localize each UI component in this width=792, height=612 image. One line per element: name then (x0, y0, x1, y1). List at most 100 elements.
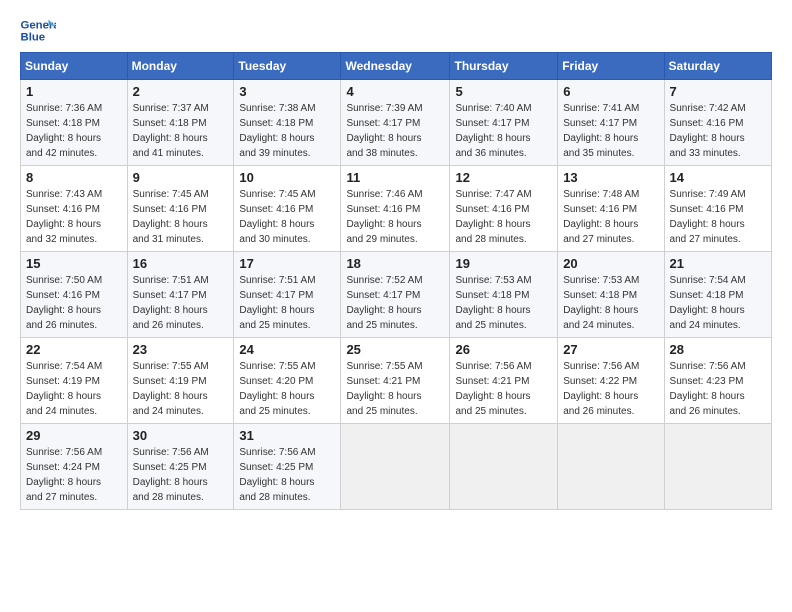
day-info: Sunrise: 7:56 AM Sunset: 4:22 PM Dayligh… (563, 359, 658, 419)
page-header: General Blue (20, 16, 772, 44)
weekday-header-monday: Monday (127, 53, 234, 80)
calendar-cell: 15Sunrise: 7:50 AM Sunset: 4:16 PM Dayli… (21, 252, 128, 338)
day-info: Sunrise: 7:45 AM Sunset: 4:16 PM Dayligh… (133, 187, 229, 247)
calendar-cell: 26 Sunrise: 7:56 AM Sunset: 4:21 PM Dayli… (450, 338, 558, 424)
calendar-cell: 27Sunrise: 7:56 AM Sunset: 4:22 PM Dayli… (558, 338, 664, 424)
day-info: Sunrise: 7:36 AM Sunset: 4:18 PM Dayligh… (26, 101, 122, 161)
weekday-header-tuesday: Tuesday (234, 53, 341, 80)
day-number: 25 (346, 342, 444, 357)
day-number: 4 (346, 84, 444, 99)
logo-icon: General Blue (20, 16, 56, 44)
day-info: Sunrise: 7:54 AM Sunset: 4:18 PM Dayligh… (670, 273, 766, 333)
calendar-cell: 23 Sunrise: 7:55 AM Sunset: 4:19 PM Dayli… (127, 338, 234, 424)
day-number: 18 (346, 256, 444, 271)
calendar-cell: 3Sunrise: 7:38 AM Sunset: 4:18 PM Daylig… (234, 80, 341, 166)
calendar-cell: 18 Sunrise: 7:52 AM Sunset: 4:17 PM Dayli… (341, 252, 450, 338)
day-number: 16 (133, 256, 229, 271)
day-number: 6 (563, 84, 658, 99)
day-number: 15 (26, 256, 122, 271)
day-info: Sunrise: 7:53 AM Sunset: 4:18 PM Dayligh… (455, 273, 552, 333)
day-number: 26 (455, 342, 552, 357)
weekday-header-sunday: Sunday (21, 53, 128, 80)
day-number: 23 (133, 342, 229, 357)
day-info: Sunrise: 7:41 AM Sunset: 4:17 PM Dayligh… (563, 101, 658, 161)
day-number: 21 (670, 256, 766, 271)
day-info: Sunrise: 7:43 AM Sunset: 4:16 PM Dayligh… (26, 187, 122, 247)
weekday-header-thursday: Thursday (450, 53, 558, 80)
day-info: Sunrise: 7:54 AM Sunset: 4:19 PM Dayligh… (26, 359, 122, 419)
day-info: Sunrise: 7:55 AM Sunset: 4:19 PM Dayligh… (133, 359, 229, 419)
day-number: 8 (26, 170, 122, 185)
calendar-cell: 24Sunrise: 7:55 AM Sunset: 4:20 PM Dayli… (234, 338, 341, 424)
day-number: 29 (26, 428, 122, 443)
calendar-cell: 29 Sunrise: 7:56 AM Sunset: 4:24 PM Dayli… (21, 424, 128, 510)
calendar-cell: 13 Sunrise: 7:48 AM Sunset: 4:16 PM Dayli… (558, 166, 664, 252)
day-number: 12 (455, 170, 552, 185)
day-number: 19 (455, 256, 552, 271)
calendar-cell: 9 Sunrise: 7:45 AM Sunset: 4:16 PM Daylig… (127, 166, 234, 252)
day-number: 31 (239, 428, 335, 443)
calendar-cell: 19 Sunrise: 7:53 AM Sunset: 4:18 PM Dayli… (450, 252, 558, 338)
day-info: Sunrise: 7:38 AM Sunset: 4:18 PM Dayligh… (239, 101, 335, 161)
day-number: 20 (563, 256, 658, 271)
day-info: Sunrise: 7:56 AM Sunset: 4:25 PM Dayligh… (239, 445, 335, 505)
day-number: 7 (670, 84, 766, 99)
day-info: Sunrise: 7:39 AM Sunset: 4:17 PM Dayligh… (346, 101, 444, 161)
calendar-cell: 8 Sunrise: 7:43 AM Sunset: 4:16 PM Daylig… (21, 166, 128, 252)
day-info: Sunrise: 7:56 AM Sunset: 4:25 PM Dayligh… (133, 445, 229, 505)
day-info: Sunrise: 7:47 AM Sunset: 4:16 PM Dayligh… (455, 187, 552, 247)
calendar-cell: 28 Sunrise: 7:56 AM Sunset: 4:23 PM Dayli… (664, 338, 771, 424)
day-number: 24 (239, 342, 335, 357)
day-number: 22 (26, 342, 122, 357)
day-number: 10 (239, 170, 335, 185)
day-info: Sunrise: 7:56 AM Sunset: 4:23 PM Dayligh… (670, 359, 766, 419)
day-info: Sunrise: 7:48 AM Sunset: 4:16 PM Dayligh… (563, 187, 658, 247)
weekday-header-saturday: Saturday (664, 53, 771, 80)
day-number: 11 (346, 170, 444, 185)
day-info: Sunrise: 7:56 AM Sunset: 4:21 PM Dayligh… (455, 359, 552, 419)
calendar-cell: 2Sunrise: 7:37 AM Sunset: 4:18 PM Daylig… (127, 80, 234, 166)
day-number: 1 (26, 84, 122, 99)
day-info: Sunrise: 7:56 AM Sunset: 4:24 PM Dayligh… (26, 445, 122, 505)
day-info: Sunrise: 7:49 AM Sunset: 4:16 PM Dayligh… (670, 187, 766, 247)
day-number: 5 (455, 84, 552, 99)
day-info: Sunrise: 7:51 AM Sunset: 4:17 PM Dayligh… (133, 273, 229, 333)
calendar-cell: 30 Sunrise: 7:56 AM Sunset: 4:25 PM Dayli… (127, 424, 234, 510)
calendar-cell: 10 Sunrise: 7:45 AM Sunset: 4:16 PM Dayli… (234, 166, 341, 252)
calendar-cell: 6 Sunrise: 7:41 AM Sunset: 4:17 PM Daylig… (558, 80, 664, 166)
calendar-cell (450, 424, 558, 510)
calendar-cell: 21 Sunrise: 7:54 AM Sunset: 4:18 PM Dayli… (664, 252, 771, 338)
calendar-cell (664, 424, 771, 510)
calendar-cell: 25 Sunrise: 7:55 AM Sunset: 4:21 PM Dayli… (341, 338, 450, 424)
day-number: 14 (670, 170, 766, 185)
day-info: Sunrise: 7:53 AM Sunset: 4:18 PM Dayligh… (563, 273, 658, 333)
day-info: Sunrise: 7:46 AM Sunset: 4:16 PM Dayligh… (346, 187, 444, 247)
calendar-cell: 7 Sunrise: 7:42 AM Sunset: 4:16 PM Daylig… (664, 80, 771, 166)
day-info: Sunrise: 7:51 AM Sunset: 4:17 PM Dayligh… (239, 273, 335, 333)
calendar-cell (558, 424, 664, 510)
calendar-cell: 31 Sunrise: 7:56 AM Sunset: 4:25 PM Dayli… (234, 424, 341, 510)
day-number: 30 (133, 428, 229, 443)
calendar-cell: 11 Sunrise: 7:46 AM Sunset: 4:16 PM Dayli… (341, 166, 450, 252)
day-number: 17 (239, 256, 335, 271)
weekday-header-row: SundayMondayTuesdayWednesdayThursdayFrid… (21, 53, 772, 80)
calendar-cell: 5 Sunrise: 7:40 AM Sunset: 4:17 PM Daylig… (450, 80, 558, 166)
calendar-cell: 20 Sunrise: 7:53 AM Sunset: 4:18 PM Dayli… (558, 252, 664, 338)
day-number: 9 (133, 170, 229, 185)
day-info: Sunrise: 7:45 AM Sunset: 4:16 PM Dayligh… (239, 187, 335, 247)
calendar-cell (341, 424, 450, 510)
day-info: Sunrise: 7:55 AM Sunset: 4:21 PM Dayligh… (346, 359, 444, 419)
weekday-header-friday: Friday (558, 53, 664, 80)
day-info: Sunrise: 7:52 AM Sunset: 4:17 PM Dayligh… (346, 273, 444, 333)
day-info: Sunrise: 7:40 AM Sunset: 4:17 PM Dayligh… (455, 101, 552, 161)
day-number: 13 (563, 170, 658, 185)
calendar-week-row: 15Sunrise: 7:50 AM Sunset: 4:16 PM Dayli… (21, 252, 772, 338)
svg-text:Blue: Blue (21, 32, 46, 44)
calendar-cell: 14 Sunrise: 7:49 AM Sunset: 4:16 PM Dayli… (664, 166, 771, 252)
calendar-week-row: 8 Sunrise: 7:43 AM Sunset: 4:16 PM Daylig… (21, 166, 772, 252)
day-number: 28 (670, 342, 766, 357)
day-info: Sunrise: 7:42 AM Sunset: 4:16 PM Dayligh… (670, 101, 766, 161)
day-info: Sunrise: 7:37 AM Sunset: 4:18 PM Dayligh… (133, 101, 229, 161)
calendar-cell: 16 Sunrise: 7:51 AM Sunset: 4:17 PM Dayli… (127, 252, 234, 338)
calendar-week-row: 22 Sunrise: 7:54 AM Sunset: 4:19 PM Dayli… (21, 338, 772, 424)
